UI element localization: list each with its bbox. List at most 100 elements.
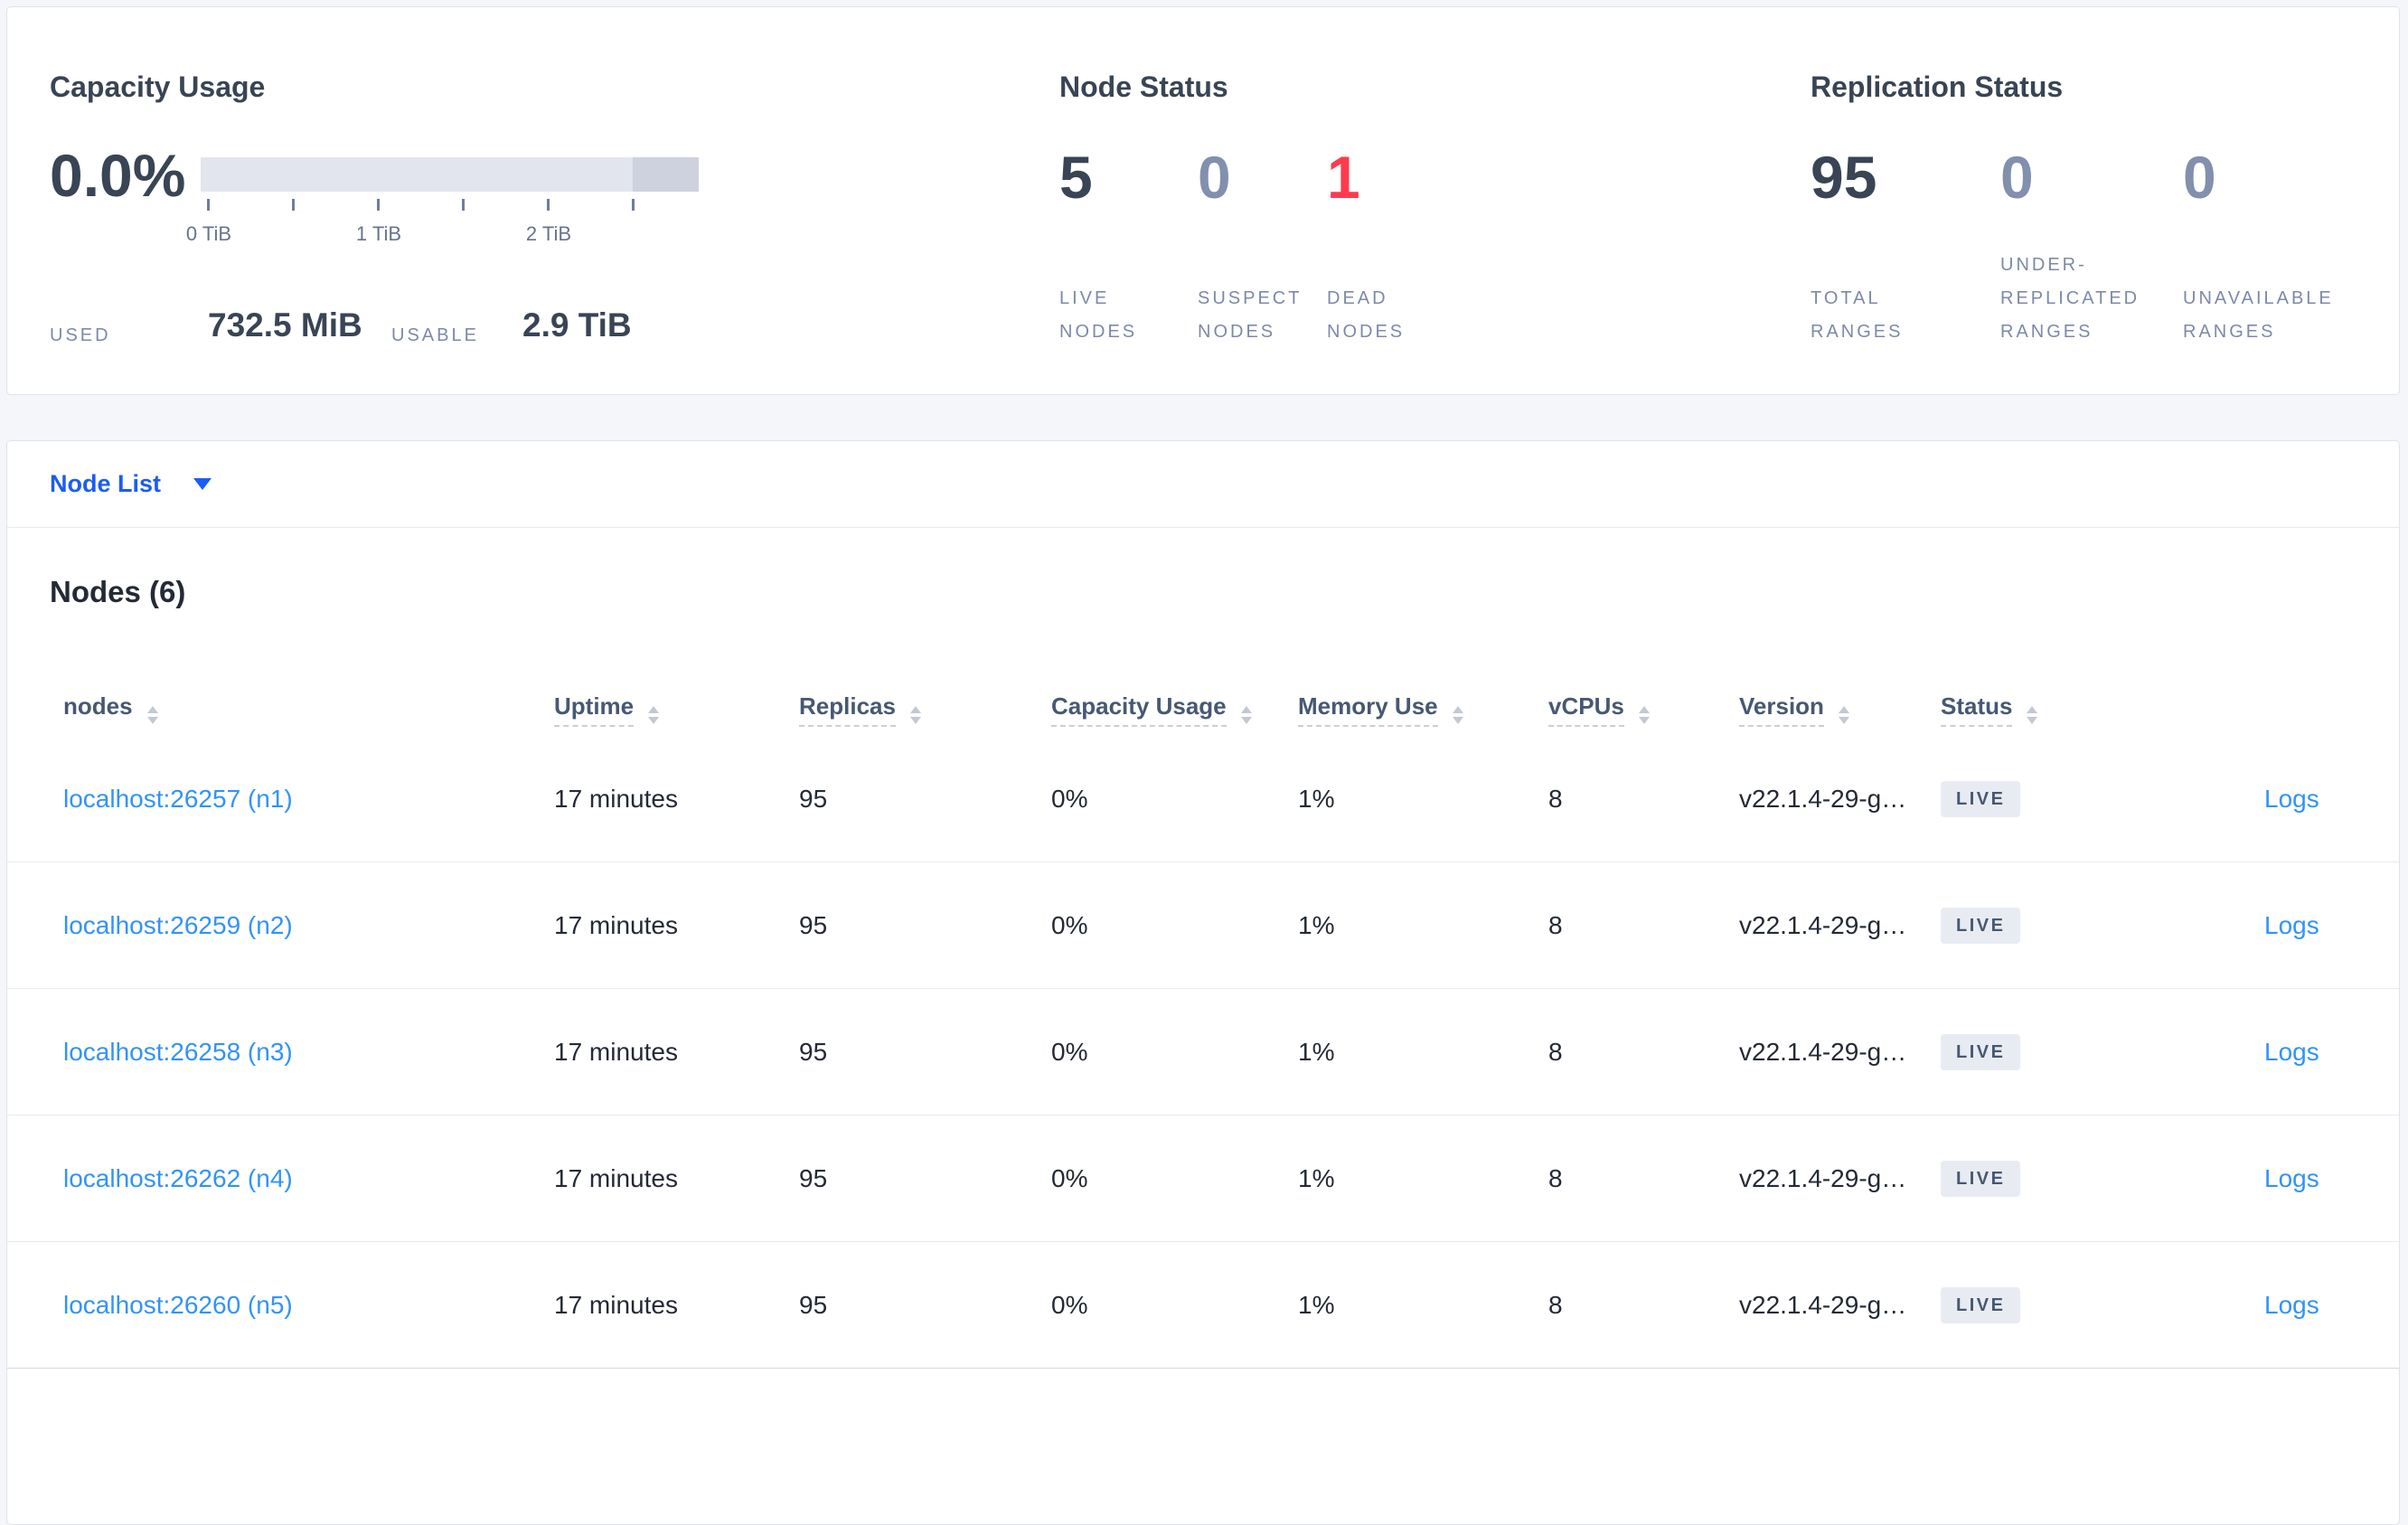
- unavailable-ranges-label: UNAVAILABLE RANGES: [2183, 288, 2334, 342]
- nodes-count-heading: Nodes (6): [50, 575, 186, 608]
- table-row: localhost:26258 (n3) 17 minutes 95 0% 1%…: [7, 989, 2399, 1116]
- memory-cell: 1%: [1298, 1163, 1335, 1192]
- uptime-cell: 17 minutes: [554, 1290, 678, 1319]
- column-header-vcpus[interactable]: vCPUs: [1548, 692, 1650, 727]
- capacity-cell: 0%: [1051, 784, 1088, 813]
- axis-tick-label: 0 TiB: [185, 222, 232, 245]
- version-cell: v22.1.4-29-g…: [1739, 1037, 1907, 1066]
- live-nodes-count: 5: [1059, 144, 1093, 211]
- replicas-cell: 95: [799, 1163, 828, 1192]
- total-ranges-label: TOTAL RANGES: [1811, 288, 1904, 342]
- unavailable-ranges-count: 0: [2183, 144, 2216, 211]
- sort-icon: [1838, 706, 1849, 724]
- version-cell: v22.1.4-29-g…: [1739, 784, 1907, 813]
- total-ranges-count: 95: [1811, 144, 1877, 211]
- capacity-cell: 0%: [1051, 1163, 1088, 1192]
- sort-icon: [1240, 706, 1252, 724]
- capacity-used-percent: 0.0%: [50, 142, 186, 209]
- replication-status-title: Replication Status: [1811, 71, 2064, 103]
- table-row: localhost:26262 (n4) 17 minutes 95 0% 1%…: [7, 1116, 2399, 1242]
- status-badge: LIVE: [1941, 1286, 2021, 1323]
- table-row-partial: [7, 1369, 2399, 1423]
- axis-tick: [547, 199, 550, 211]
- vcpus-cell: 8: [1548, 1037, 1563, 1066]
- dead-nodes-count: 1: [1327, 144, 1360, 211]
- column-header-replicas[interactable]: Replicas: [799, 692, 921, 727]
- node-table-body: localhost:26257 (n1) 17 minutes 95 0% 1%…: [7, 736, 2399, 1369]
- capacity-usage-bar: [201, 157, 699, 192]
- axis-tick: [377, 199, 380, 211]
- sort-icon: [909, 706, 921, 724]
- uptime-cell: 17 minutes: [554, 910, 678, 939]
- column-header-uptime[interactable]: Uptime: [554, 692, 660, 727]
- status-badge: LIVE: [1941, 780, 2021, 817]
- view-selector-bar: Node List: [7, 441, 2399, 528]
- usable-label: USABLE: [391, 325, 479, 345]
- capacity-bar-axis: 0 TiB 1 TiB 2 TiB: [186, 199, 707, 253]
- node-link[interactable]: localhost:26259 (n2): [63, 911, 293, 940]
- capacity-cell: 0%: [1051, 1290, 1088, 1319]
- under-replicated-ranges-count: 0: [2000, 144, 2034, 211]
- logs-link[interactable]: Logs: [2264, 1038, 2319, 1067]
- node-link[interactable]: localhost:26258 (n3): [63, 1038, 293, 1067]
- sort-icon: [648, 706, 660, 724]
- capacity-bar-extra-segment: [633, 157, 699, 192]
- replicas-cell: 95: [799, 1290, 828, 1319]
- logs-link[interactable]: Logs: [2264, 785, 2319, 814]
- vcpus-cell: 8: [1548, 1163, 1563, 1192]
- suspect-nodes-label: SUSPECT NODES: [1198, 288, 1303, 342]
- vcpus-cell: 8: [1548, 784, 1563, 813]
- node-link[interactable]: localhost:26262 (n4): [63, 1164, 293, 1193]
- status-badge: LIVE: [1941, 1033, 2021, 1070]
- replicas-cell: 95: [799, 1037, 828, 1066]
- version-cell: v22.1.4-29-g…: [1739, 1163, 1907, 1192]
- node-list-panel: Node List Nodes (6) nodes Uptime Replica…: [6, 440, 2400, 1525]
- column-header-status[interactable]: Status: [1941, 692, 2038, 727]
- node-status-title: Node Status: [1059, 71, 1228, 103]
- used-value: 732.5 MiB: [208, 306, 362, 344]
- table-row: localhost:26259 (n2) 17 minutes 95 0% 1%…: [7, 862, 2399, 989]
- version-cell: v22.1.4-29-g…: [1739, 1290, 1907, 1319]
- sort-icon: [146, 706, 158, 724]
- uptime-cell: 17 minutes: [554, 1037, 678, 1066]
- logs-link[interactable]: Logs: [2264, 1164, 2319, 1193]
- suspect-nodes-count: 0: [1198, 144, 1231, 211]
- used-label: USED: [50, 325, 111, 345]
- memory-cell: 1%: [1298, 910, 1335, 939]
- status-cell: LIVE: [1941, 780, 2021, 817]
- capacity-cell: 0%: [1051, 910, 1088, 939]
- node-list-dropdown[interactable]: Node List: [50, 470, 161, 498]
- capacity-cell: 0%: [1051, 1037, 1088, 1066]
- axis-tick: [462, 199, 465, 211]
- status-badge: LIVE: [1941, 907, 2021, 944]
- column-header-nodes[interactable]: nodes: [63, 692, 158, 724]
- logs-link[interactable]: Logs: [2264, 911, 2319, 940]
- vcpus-cell: 8: [1548, 910, 1563, 939]
- usable-value: 2.9 TiB: [522, 306, 632, 344]
- live-nodes-label: LIVE NODES: [1059, 288, 1138, 342]
- under-replicated-ranges-label: UNDER-REPLICATED RANGES: [2000, 255, 2140, 342]
- sort-icon: [2027, 706, 2038, 724]
- axis-tick-label: 1 TiB: [355, 222, 402, 245]
- column-header-version[interactable]: Version: [1739, 692, 1849, 727]
- column-header-capacity-usage[interactable]: Capacity Usage: [1051, 692, 1252, 727]
- status-cell: LIVE: [1941, 1160, 2021, 1197]
- status-cell: LIVE: [1941, 907, 2021, 944]
- node-table-header: nodes Uptime Replicas Capacity Usage Mem…: [7, 611, 2399, 736]
- cluster-summary-panel: Capacity Usage 0.0% 0 TiB 1 TiB 2 TiB US…: [6, 6, 2400, 395]
- logs-link[interactable]: Logs: [2264, 1291, 2319, 1320]
- status-cell: LIVE: [1941, 1286, 2021, 1323]
- uptime-cell: 17 minutes: [554, 1163, 678, 1192]
- dead-nodes-label: DEAD NODES: [1327, 288, 1406, 342]
- sort-icon: [1638, 706, 1650, 724]
- memory-cell: 1%: [1298, 784, 1335, 813]
- node-link[interactable]: localhost:26260 (n5): [63, 1291, 293, 1320]
- chevron-down-icon[interactable]: [193, 478, 212, 490]
- table-row: localhost:26257 (n1) 17 minutes 95 0% 1%…: [7, 736, 2399, 862]
- memory-cell: 1%: [1298, 1290, 1335, 1319]
- replicas-cell: 95: [799, 784, 828, 813]
- replicas-cell: 95: [799, 910, 828, 939]
- column-header-memory-use[interactable]: Memory Use: [1298, 692, 1463, 727]
- node-link[interactable]: localhost:26257 (n1): [63, 785, 293, 814]
- axis-tick: [292, 199, 295, 211]
